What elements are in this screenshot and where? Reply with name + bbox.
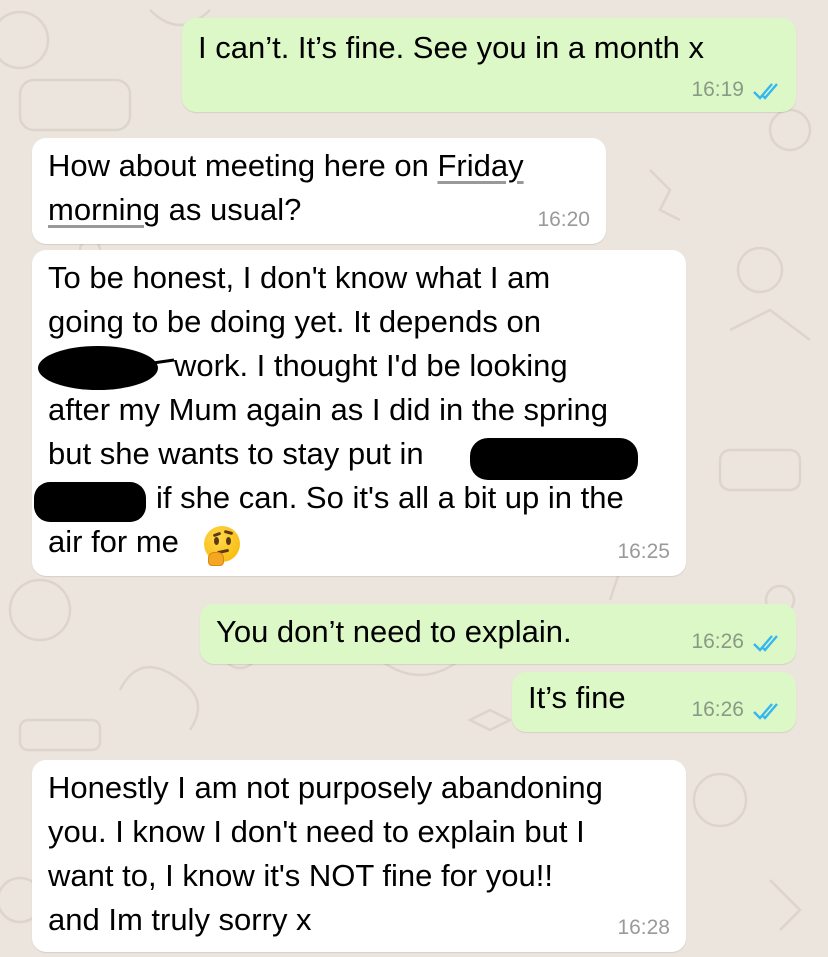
date-link-morning[interactable]: morning — [48, 192, 160, 227]
message-timestamp: 16:26 — [691, 698, 744, 721]
message-timestamp: 16:25 — [617, 540, 670, 563]
text-line: air for me — [48, 524, 179, 559]
text-line: To be honest, I don't know what I am — [48, 260, 551, 295]
text-line: you. I know I don't need to explain but … — [48, 814, 585, 849]
text-line: after my Mum again as I did in the sprin… — [48, 392, 608, 427]
message-timestamp: 16:19 — [691, 78, 744, 101]
redaction-scribble — [32, 476, 148, 528]
read-ticks-icon — [752, 700, 782, 722]
text-line: and Im truly sorry x — [48, 902, 312, 937]
text-line: work. I thought I'd be looking — [174, 348, 568, 383]
text-line: but she wants to stay put in — [48, 436, 424, 471]
message-incoming[interactable]: How about meeting here on Friday morning… — [32, 138, 606, 244]
message-timestamp: 16:20 — [537, 208, 590, 231]
text-line: Honestly I am not purposely abandoning — [48, 770, 603, 805]
text-line: want to, I know it's NOT fine for you!! — [48, 858, 553, 893]
read-ticks-icon — [752, 80, 782, 102]
message-timestamp: 16:26 — [691, 630, 744, 653]
message-incoming[interactable]: To be honest, I don't know what I am goi… — [32, 250, 686, 576]
message-outgoing[interactable]: It’s fine 16:26 — [512, 672, 796, 732]
message-text: I can’t. It’s fine. See you in a month x — [198, 30, 705, 65]
read-ticks-icon — [752, 632, 782, 654]
message-timestamp: 16:28 — [617, 916, 670, 939]
message-outgoing[interactable]: You don’t need to explain. 16:26 — [200, 604, 796, 664]
message-outgoing[interactable]: I can’t. It’s fine. See you in a month x… — [182, 18, 796, 112]
text-line: going to be doing yet. It depends on — [48, 304, 541, 339]
date-link-friday[interactable]: Friday — [437, 148, 523, 183]
message-incoming[interactable]: Honestly I am not purposely abandoning y… — [32, 760, 686, 952]
redaction-scribble — [466, 432, 642, 486]
thinking-face-icon — [204, 526, 240, 566]
message-text: It’s fine — [528, 680, 626, 715]
message-text: Honestly I am not purposely abandoning y… — [48, 766, 603, 942]
redaction-scribble — [36, 342, 176, 394]
message-text: How about meeting here on Friday morning… — [48, 148, 524, 227]
message-text: You don’t need to explain. — [216, 614, 572, 649]
